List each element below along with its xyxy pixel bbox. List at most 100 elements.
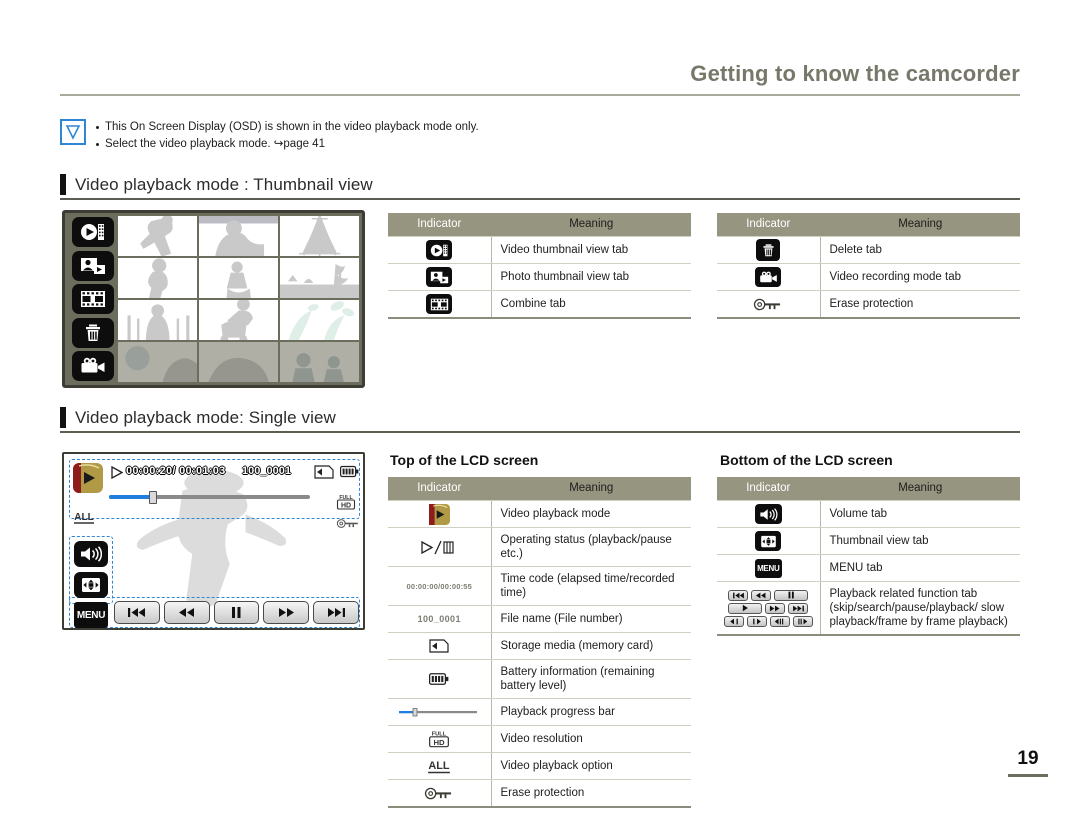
note-text: Select the video playback mode. ↪page 41: [105, 138, 325, 150]
file-name-display: 100_0001: [242, 465, 291, 477]
thumbnail-cell[interactable]: [118, 257, 198, 299]
table-row: Volume tab: [717, 500, 1020, 528]
rewind-button[interactable]: [163, 601, 210, 624]
memory-card-icon: [389, 634, 490, 658]
video-recording-mode-tab[interactable]: [72, 351, 114, 381]
note-lines: This On Screen Display (OSD) is shown in…: [96, 118, 479, 153]
header-rule: [60, 94, 1020, 97]
table-row: Video recording mode tab: [717, 263, 1020, 291]
thumbnail-view-tab[interactable]: [74, 572, 108, 598]
delete-tab-icon: [718, 238, 819, 262]
table-row: Erase protection: [717, 290, 1020, 319]
checkmark-note-icon: [60, 119, 86, 145]
page-header: Getting to know the camcorder: [60, 61, 1020, 97]
skip-backward-mini-button: [728, 589, 749, 601]
progress-knob[interactable]: [149, 491, 158, 504]
top-lcd-indicator-table: Indicator Meaning Video playback mode Op…: [388, 477, 691, 808]
heading-bar: [60, 407, 66, 428]
table-row: Combine tab: [388, 290, 691, 319]
table-row: Storage media (memory card): [388, 632, 691, 660]
table-cell-meaning: Volume tab: [820, 500, 1020, 528]
note-box: This On Screen Display (OSD) is shown in…: [60, 118, 760, 153]
video-thumbnail-view-tab[interactable]: [72, 217, 114, 247]
operating-status-icon: [110, 465, 124, 484]
table-row: Operating status (playback/pause etc.): [388, 527, 691, 567]
table-cell-meaning: Thumbnail view tab: [820, 527, 1020, 555]
thumbnail-cell[interactable]: [118, 299, 198, 341]
page-number-block: 19: [1008, 749, 1048, 777]
column-header-meaning: Meaning: [491, 213, 691, 237]
table-row: FULL HD Video resolution: [388, 725, 691, 753]
thumbnail-cell[interactable]: [198, 299, 279, 341]
video-thumbnail-view-tab-icon: [389, 238, 490, 262]
skip-backward-button[interactable]: [114, 601, 160, 624]
slow-reverse-mini-button: [723, 615, 744, 627]
thumbnail-cell[interactable]: [279, 216, 359, 257]
thumbnail-view-lcd: [62, 210, 365, 388]
menu-tab[interactable]: MENU: [74, 602, 108, 628]
play-pause-icon: [389, 535, 490, 559]
table-header-row: Indicator Meaning: [388, 213, 691, 237]
column-header-meaning: Meaning: [820, 213, 1020, 237]
volume-tab[interactable]: [74, 541, 108, 567]
table-cell-meaning: Playback related function tab (skip/sear…: [820, 581, 1020, 636]
thumbnail-cell[interactable]: [118, 341, 198, 382]
thumbnail-cell[interactable]: [279, 257, 359, 299]
thumbnail-cell[interactable]: [198, 341, 279, 382]
note-line: This On Screen Display (OSD) is shown in…: [96, 119, 479, 136]
combine-tab[interactable]: [72, 284, 114, 314]
thumbnail-tab-column: [68, 216, 118, 382]
photo-thumbnail-view-tab-icon: [389, 265, 490, 289]
note-line: Select the video playback mode. ↪page 41: [96, 136, 479, 153]
thumbnail-cell[interactable]: [279, 299, 359, 341]
menu-tab-label: MENU: [754, 558, 782, 578]
table-cell-meaning: Video recording mode tab: [820, 263, 1020, 291]
full-hd-icon: FULL HD: [389, 727, 490, 751]
table-header-row: Indicator Meaning: [717, 213, 1020, 237]
table-row: Thumbnail view tab: [717, 527, 1020, 555]
table-row: 00:00:00/00:00:55 Time code (elapsed tim…: [388, 566, 691, 606]
skip-forward-button[interactable]: [313, 601, 359, 624]
playback-tab-row: [728, 602, 809, 614]
video-playback-mode-icon: [389, 502, 490, 526]
heading-bar: [60, 174, 66, 195]
table-cell-meaning: Battery information (remaining battery l…: [491, 659, 691, 699]
column-header-meaning: Meaning: [820, 477, 1020, 501]
transport-controls: [114, 601, 359, 624]
column-header-indicator: Indicator: [388, 213, 492, 237]
table-cell-meaning: MENU tab: [820, 554, 1020, 582]
erase-protection-icon: [389, 781, 490, 805]
heading-text: Video playback mode: Single view: [75, 407, 336, 427]
single-view-lcd: 00:00:20/ 00:01:03 100_0001 FULL HD ALL: [62, 452, 365, 630]
playback-progress-bar[interactable]: [109, 491, 310, 504]
table-cell-meaning: Photo thumbnail view tab: [491, 263, 691, 291]
table-row: Erase protection: [388, 779, 691, 808]
playback-function-tabs-icon: [718, 587, 819, 630]
time-code-sample: 00:00:00/00:00:55: [406, 581, 473, 591]
table-cell-meaning: Combine tab: [491, 290, 691, 319]
fast-forward-button[interactable]: [263, 601, 310, 624]
bullet-icon: [96, 143, 99, 146]
column-header-indicator: Indicator: [388, 477, 492, 501]
video-playback-option-icon: ALL: [73, 509, 95, 531]
thumbnail-cell[interactable]: [118, 216, 198, 257]
pause-mini-button: [774, 589, 809, 601]
thumbnail-cell[interactable]: [279, 341, 359, 382]
column-header-indicator: Indicator: [717, 213, 821, 237]
battery-icon: [340, 465, 359, 483]
progress-bar-icon: [389, 700, 490, 724]
table-cell-meaning: Video resolution: [491, 725, 691, 753]
section-heading-single: Video playback mode: Single view: [60, 407, 1020, 433]
column-header-meaning: Meaning: [491, 477, 691, 501]
svg-text:ALL: ALL: [429, 760, 451, 772]
pause-button[interactable]: [213, 601, 260, 624]
thumbnail-cell[interactable]: [198, 216, 279, 257]
column-header-indicator: Indicator: [717, 477, 821, 501]
page-number-rule: [1008, 774, 1048, 777]
video-playback-mode-icon[interactable]: [73, 463, 103, 493]
thumbnail-cell[interactable]: [198, 257, 279, 299]
delete-tab[interactable]: [72, 317, 114, 348]
photo-thumbnail-view-tab[interactable]: [72, 250, 114, 281]
frame-forward-mini-button: [792, 615, 813, 627]
combine-tab-icon: [389, 292, 490, 316]
